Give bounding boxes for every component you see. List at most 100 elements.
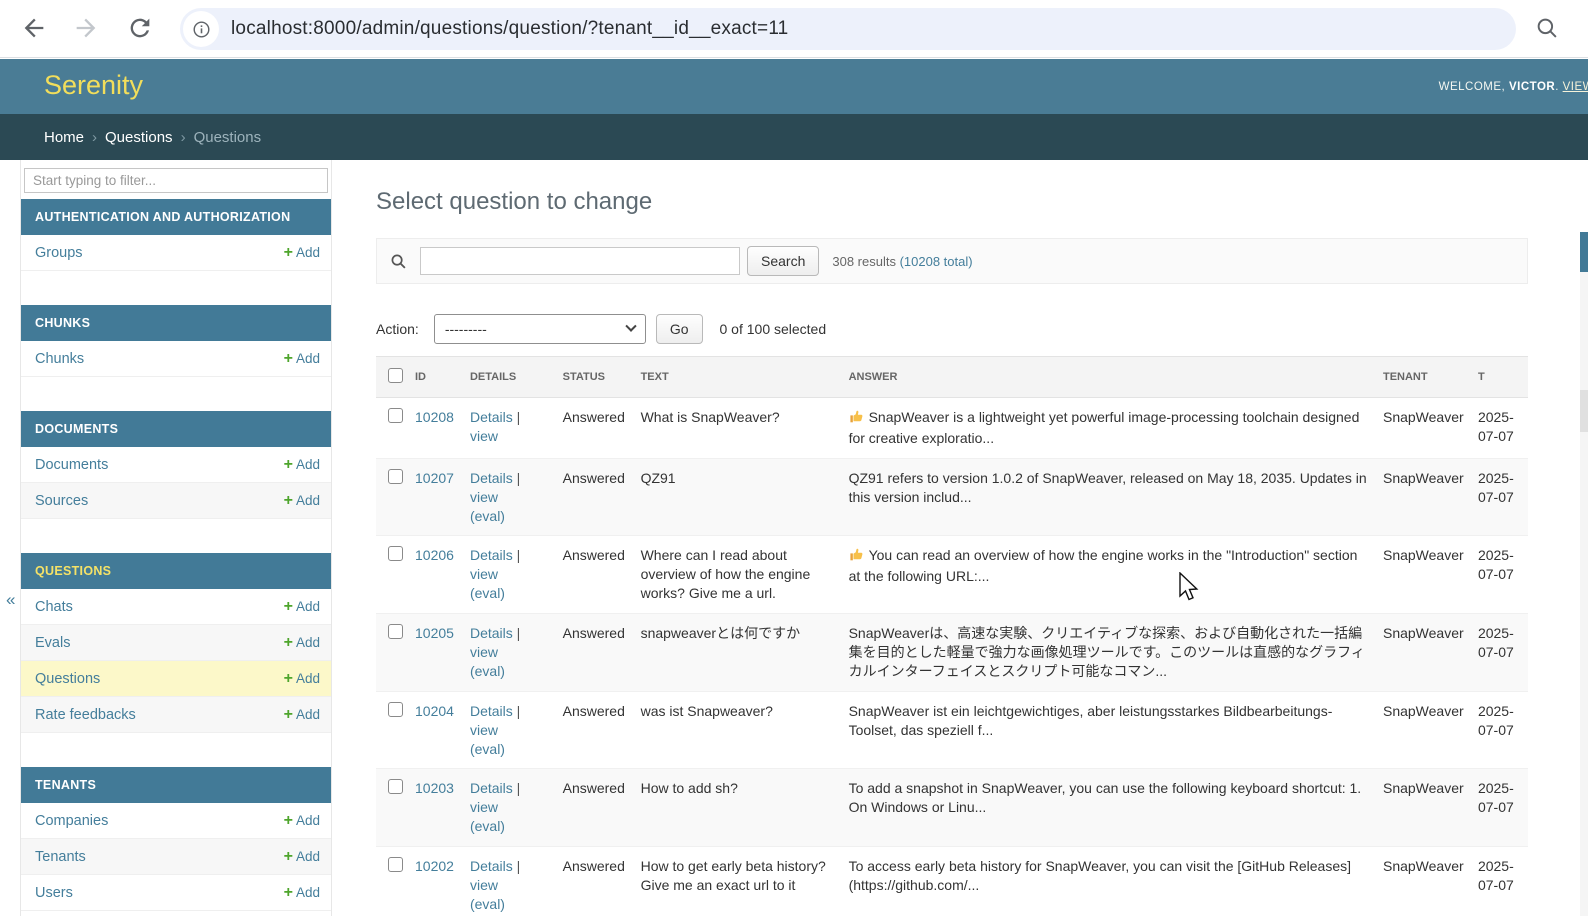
username: VICTOR [1508,81,1556,93]
sidebar-add-link[interactable]: + Add [284,456,320,474]
sidebar-item[interactable]: Chats + Add [21,589,331,625]
eval-link[interactable]: (eval) [470,818,505,834]
view-link[interactable]: view [470,799,498,815]
site-brand[interactable]: Serenity [44,70,143,101]
status-text: Answered [562,780,625,797]
col-header-tenant[interactable]: TENANT [1382,356,1478,398]
breadcrumb-questions-app[interactable]: Questions [105,129,173,146]
select-all-checkbox[interactable] [388,368,403,383]
breadcrumb-home[interactable]: Home [44,129,84,146]
scrollbar-thumb[interactable] [1580,390,1588,432]
sidebar-item-link[interactable]: Tenants [35,849,86,865]
sidebar-item[interactable]: Questions + Add [21,661,331,697]
col-header-status[interactable]: STATUS [562,356,641,398]
sidebar-item[interactable]: Sources + Add [21,483,331,519]
details-link[interactable]: Details [470,780,513,796]
sidebar-item-link[interactable]: Documents [35,457,108,473]
view-site-link[interactable]: VIEW [1563,81,1588,93]
sidebar-add-link[interactable]: + Add [284,670,320,688]
eval-link[interactable]: (eval) [470,585,505,601]
sidebar-filter-input[interactable] [24,168,328,193]
go-button[interactable]: Go [655,314,703,344]
sidebar-item-link[interactable]: Groups [35,245,83,261]
sidebar-add-link[interactable]: + Add [284,634,320,652]
sidebar-add-link[interactable]: + Add [284,598,320,616]
sidebar-item-link[interactable]: Chunks [35,351,84,367]
question-id-link[interactable]: 10205 [415,625,454,641]
row-checkbox[interactable] [388,624,403,640]
sidebar-add-link[interactable]: + Add [284,884,320,902]
sidebar-item-link[interactable]: Questions [35,671,100,687]
question-id-link[interactable]: 10208 [415,409,454,425]
sidebar-section-gap [21,519,331,553]
question-id-link[interactable]: 10203 [415,780,454,796]
sidebar-add-link[interactable]: + Add [284,812,320,830]
sidebar-add-link[interactable]: + Add [284,848,320,866]
view-link[interactable]: view [470,566,498,582]
zoom-search-icon[interactable] [1534,15,1560,41]
eval-link[interactable]: (eval) [470,508,505,524]
view-link[interactable]: view [470,722,498,738]
sidebar-item-link[interactable]: Chats [35,599,73,615]
sidebar-item[interactable]: Companies + Add [21,803,331,839]
view-link[interactable]: view [470,644,498,660]
details-link[interactable]: Details [470,858,513,874]
eval-link[interactable]: (eval) [470,663,505,679]
eval-link[interactable]: (eval) [470,741,505,757]
search-button[interactable]: Search [747,246,820,276]
view-link[interactable]: view [470,489,498,505]
row-checkbox[interactable] [388,546,403,562]
details-link[interactable]: Details [470,409,513,425]
details-link[interactable]: Details [470,547,513,563]
row-checkbox[interactable] [388,857,403,873]
sidebar-item-link[interactable]: Sources [35,493,88,509]
sidebar-item-link[interactable]: Evals [35,635,70,651]
answer-cell: To access early beta history for SnapWea… [849,847,1383,916]
question-row: 10204 Details | view (eval) Answered was… [376,691,1528,769]
details-link[interactable]: Details [470,470,513,486]
sidebar-add-link[interactable]: + Add [284,350,320,368]
sidebar-item[interactable]: Documents + Add [21,447,331,483]
url-text[interactable]: localhost:8000/admin/questions/question/… [231,18,788,40]
row-checkbox[interactable] [388,408,403,423]
sidebar-item[interactable]: Groups + Add [21,235,331,271]
search-input[interactable] [420,247,740,275]
forward-icon[interactable] [72,14,100,42]
col-header-id[interactable]: ID [415,356,470,398]
col-header-t[interactable]: T [1477,356,1528,398]
sidebar-item[interactable]: Rate feedbacks + Add [21,697,331,733]
sidebar-add-link[interactable]: + Add [284,492,320,510]
total-count-link[interactable]: (10208 total) [900,254,973,269]
row-checkbox[interactable] [388,779,403,795]
sidebar-item[interactable]: Evals + Add [21,625,331,661]
details-link[interactable]: Details [470,625,513,641]
sidebar-item[interactable]: Chunks + Add [21,341,331,377]
back-icon[interactable] [20,14,48,42]
sidebar-add-link[interactable]: + Add [284,244,320,262]
sidebar-collapse-toggle[interactable]: « [6,590,15,610]
eval-link[interactable]: (eval) [470,896,505,912]
answer-text: SnapWeaverは、高速な実験、クリエイティブな探索、および自動化された一括… [848,625,1365,679]
sidebar-add-link[interactable]: + Add [284,706,320,724]
details-link[interactable]: Details [470,703,513,719]
col-header-text[interactable]: TEXT [640,356,849,398]
row-checkbox[interactable] [388,701,403,717]
col-header-answer[interactable]: ANSWER [848,356,1383,398]
question-id-link[interactable]: 10207 [415,470,454,486]
sidebar-item-link[interactable]: Users [35,885,73,901]
address-bar[interactable]: localhost:8000/admin/questions/question/… [180,8,1516,50]
row-checkbox[interactable] [388,468,403,484]
site-info-icon[interactable] [183,11,219,47]
question-id-link[interactable]: 10202 [415,858,454,874]
action-select[interactable]: --------- [433,314,646,344]
sidebar-item[interactable]: Users + Add [21,875,331,911]
sidebar-item-link[interactable]: Rate feedbacks [35,707,136,723]
sidebar-item-link[interactable]: Companies [35,813,108,829]
question-id-link[interactable]: 10206 [415,547,454,563]
view-link[interactable]: view [470,428,498,444]
status-text: Answered [562,547,625,564]
question-id-link[interactable]: 10204 [415,703,454,719]
view-link[interactable]: view [470,877,498,893]
reload-icon[interactable] [126,14,154,42]
sidebar-item[interactable]: Tenants + Add [21,839,331,875]
